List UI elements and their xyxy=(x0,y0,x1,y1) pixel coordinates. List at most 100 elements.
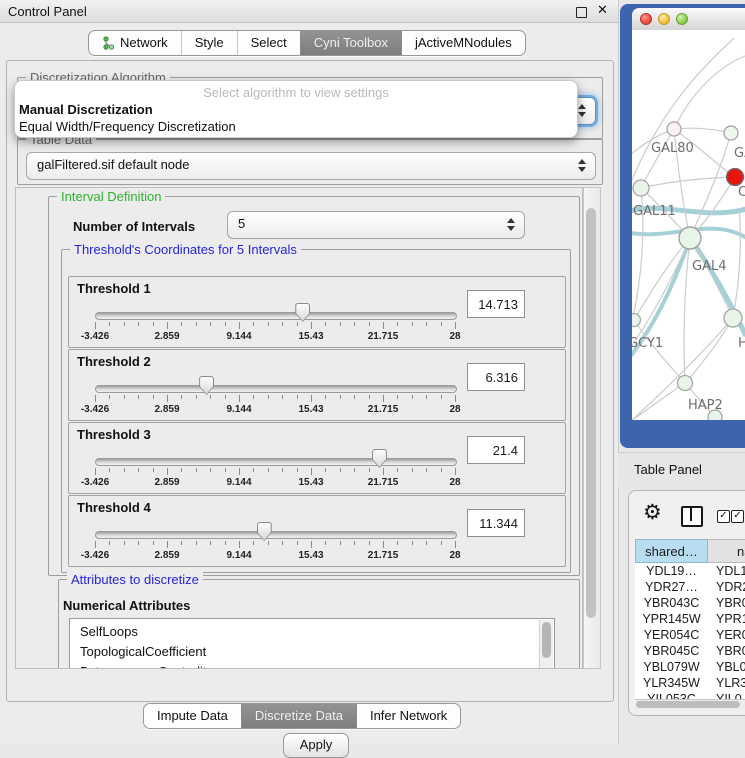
cell-name[interactable]: YER0 xyxy=(708,627,745,643)
table-hscrollbar[interactable] xyxy=(635,699,745,709)
table-data-combobox[interactable]: galFiltered.sif default node xyxy=(26,152,596,180)
cell-name[interactable]: YLR3 xyxy=(708,675,745,691)
slider-tick xyxy=(325,322,326,326)
table-row[interactable]: YBL079WYBL0 xyxy=(635,659,745,675)
checkbox-icon-1[interactable]: ✓ xyxy=(717,510,730,523)
slider-tick xyxy=(239,322,240,329)
tab-impute-data[interactable]: Impute Data xyxy=(144,704,241,728)
table-row[interactable]: YDR27…YDR2 xyxy=(635,579,745,595)
zoom-traffic-icon[interactable] xyxy=(676,13,688,25)
cell-shared-name[interactable]: YBR043C xyxy=(635,595,708,611)
table-row[interactable]: YLR345WYLR3 xyxy=(635,675,745,691)
table-hscrollbar-thumb[interactable] xyxy=(636,701,740,708)
threshold-value: 11.344 xyxy=(479,516,518,531)
cell-name[interactable]: YDL1 xyxy=(708,563,745,579)
numerical-attributes-list[interactable]: SelfLoopsTopologicalCoefficientBetweenne… xyxy=(69,618,555,669)
checkbox-icon-2[interactable]: ✓ xyxy=(731,510,744,523)
slider-tick xyxy=(225,468,226,472)
node-label-partial-top: GA xyxy=(734,146,745,161)
table-row[interactable]: YIL053CYIL0 xyxy=(635,691,745,699)
slider-track[interactable] xyxy=(95,312,457,320)
control-panel-tabs: Network Style Select Cyni Toolbox jActiv… xyxy=(88,30,526,56)
tab-select-label: Select xyxy=(251,31,287,55)
node-gcy1[interactable] xyxy=(632,314,641,327)
threshold-value-field[interactable]: 21.4 xyxy=(467,436,525,464)
minimize-traffic-icon[interactable] xyxy=(658,13,670,25)
slider-tick xyxy=(196,322,197,326)
close-traffic-icon[interactable] xyxy=(640,13,652,25)
apply-button[interactable]: Apply xyxy=(283,733,349,758)
tab-infer-network[interactable]: Infer Network xyxy=(356,704,460,728)
cell-shared-name[interactable]: YPR145W xyxy=(635,611,708,627)
slider-track[interactable] xyxy=(95,458,457,466)
node-hap2[interactable] xyxy=(678,376,693,391)
cell-shared-name[interactable]: YIL053C xyxy=(635,691,708,699)
list-item[interactable]: BetweennessCentrality xyxy=(70,662,554,669)
cell-name[interactable]: YBL0 xyxy=(708,659,745,675)
column-header-name[interactable]: na xyxy=(708,539,745,563)
cell-name[interactable]: YBR0 xyxy=(708,595,745,611)
node-partial-right[interactable] xyxy=(724,309,742,327)
column-header-shared-name[interactable]: shared… xyxy=(635,539,708,563)
slider-tick xyxy=(354,468,355,472)
gear-icon[interactable]: ⚙ xyxy=(643,500,662,524)
cell-name[interactable]: YBR0 xyxy=(708,643,745,659)
cell-shared-name[interactable]: YLR345W xyxy=(635,675,708,691)
cell-name[interactable]: YIL0 xyxy=(708,691,742,699)
slider-track[interactable] xyxy=(95,385,457,393)
cell-shared-name[interactable]: YDL19… xyxy=(635,563,708,579)
tab-cyni-toolbox[interactable]: Cyni Toolbox xyxy=(300,31,401,55)
column-layout-icon[interactable] xyxy=(681,506,703,527)
threshold-slider[interactable]: -3.4262.8599.14415.4321.71528 xyxy=(93,375,461,417)
slider-tick xyxy=(253,322,254,326)
slider-tick xyxy=(153,541,154,545)
threshold-slider[interactable]: -3.4262.8599.14415.4321.71528 xyxy=(93,302,461,344)
cell-shared-name[interactable]: YBR045C xyxy=(635,643,708,659)
tab-style[interactable]: Style xyxy=(181,31,237,55)
network-canvas[interactable]: GAL80 GA GAL11 C GAL4 GCY1 H HAP2 xyxy=(632,30,745,420)
node-red-selected[interactable] xyxy=(727,169,744,186)
node-gal4[interactable] xyxy=(679,227,701,249)
table-row[interactable]: YDL19…YDL1 xyxy=(635,563,745,579)
threshold-value-field[interactable]: 6.316 xyxy=(467,363,525,391)
list-item[interactable]: SelfLoops xyxy=(70,622,554,642)
cell-shared-name[interactable]: YDR27… xyxy=(635,579,708,595)
close-icon[interactable]: ✕ xyxy=(597,2,608,18)
threshold-value-field[interactable]: 14.713 xyxy=(467,290,525,318)
settings-scrollbar-thumb[interactable] xyxy=(586,208,596,618)
popup-option-manual[interactable]: Manual Discretization xyxy=(19,102,153,117)
threshold-panel: Threshold 4 -3.4262.8599.14415.4321.7152… xyxy=(68,495,566,567)
cell-shared-name[interactable]: YBL079W xyxy=(635,659,708,675)
settings-scrollbar[interactable] xyxy=(583,187,601,669)
node-gal11[interactable] xyxy=(633,180,649,196)
slider-tick-label: 28 xyxy=(449,477,460,488)
slider-tick-label: -3.426 xyxy=(81,477,109,488)
slider-track[interactable] xyxy=(95,531,457,539)
list-item[interactable]: TopologicalCoefficient xyxy=(70,642,554,662)
table-row[interactable]: YBR043CYBR0 xyxy=(635,595,745,611)
float-panel-icon[interactable] xyxy=(576,7,587,18)
slider-tick-label: 2.859 xyxy=(154,331,179,342)
node-gal80[interactable] xyxy=(667,122,681,136)
tab-jactivemnodules[interactable]: jActiveMNodules xyxy=(401,31,525,55)
table-row[interactable]: YPR145WYPR1 xyxy=(635,611,745,627)
number-of-intervals-combobox[interactable]: 5 xyxy=(227,211,525,239)
list-scrollbar-thumb[interactable] xyxy=(542,622,551,658)
cell-name[interactable]: YPR1 xyxy=(708,611,745,627)
cell-name[interactable]: YDR2 xyxy=(708,579,745,595)
popup-option-equal-width[interactable]: Equal Width/Frequency Discretization xyxy=(19,119,236,134)
threshold-value-field[interactable]: 11.344 xyxy=(467,509,525,537)
table-row[interactable]: YER054CYER0 xyxy=(635,627,745,643)
node-partial-top[interactable] xyxy=(724,126,738,140)
cell-shared-name[interactable]: YER054C xyxy=(635,627,708,643)
list-scrollbar[interactable] xyxy=(539,620,553,669)
tab-network[interactable]: Network xyxy=(89,31,181,55)
slider-tick xyxy=(297,468,298,472)
threshold-slider[interactable]: -3.4262.8599.14415.4321.71528 xyxy=(93,521,461,563)
tab-select[interactable]: Select xyxy=(237,31,300,55)
table-row[interactable]: YBR045CYBR0 xyxy=(635,643,745,659)
combo-stepper-icon xyxy=(507,218,515,231)
tab-discretize-data[interactable]: Discretize Data xyxy=(241,704,356,728)
threshold-slider[interactable]: -3.4262.8599.14415.4321.71528 xyxy=(93,448,461,490)
table-panel-title: Table Panel xyxy=(634,462,702,477)
